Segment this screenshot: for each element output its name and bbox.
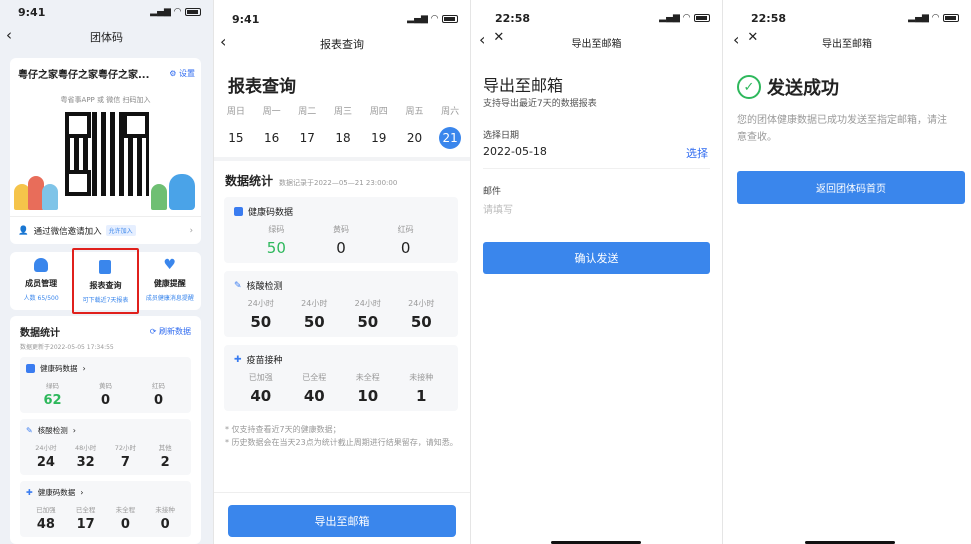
feature-grid: 成员管理 人数 65/500 报表查询 可下载近7天报表 ♥ 健康提醒 成员健康… bbox=[10, 248, 201, 314]
bottom-divider bbox=[214, 492, 470, 493]
stats-card: 数据统计 ⟳ 刷新数据 数据更新于2022-05-05 17:34:55 健康码… bbox=[10, 316, 201, 544]
nav-bar: ‹ 报表查询 bbox=[214, 30, 470, 58]
vaccine-box[interactable]: ✚ 疫苗接种 已加强 40 已全程 40 未全程 10 未接种 1 bbox=[224, 345, 458, 411]
updated-time: 数据更新于2022-05-05 17:34:55 bbox=[20, 344, 114, 351]
refresh-button[interactable]: ⟳ 刷新数据 bbox=[150, 326, 191, 337]
divider bbox=[214, 157, 470, 161]
select-date-link[interactable]: 选择 bbox=[686, 145, 708, 161]
close-icon[interactable]: ✕ bbox=[493, 30, 504, 49]
day-cell[interactable]: 19 bbox=[361, 131, 397, 145]
invite-row[interactable]: 👤 通过微信邀请加入 允许加入 › bbox=[10, 216, 201, 244]
export-to-email-button[interactable]: 导出至邮箱 bbox=[228, 505, 456, 537]
nav-bar: ‹ ✕ 导出至邮箱 bbox=[471, 28, 722, 56]
battery-icon bbox=[185, 8, 201, 16]
day-cell-selected[interactable]: 21 bbox=[432, 127, 468, 149]
panel-report-query: 9:41 ▂▄▆ ◠ ‹ 报表查询 报表查询 周日 周一 周二 周三 周四 周五 周六 15 … bbox=[213, 0, 470, 544]
nav-title: 导出至邮箱 bbox=[822, 38, 872, 50]
day-cell[interactable]: 20 bbox=[397, 131, 433, 145]
export-heading: 导出至邮箱 bbox=[483, 76, 564, 95]
cartoon-mascot-illustration bbox=[149, 170, 199, 210]
panel-send-success: 22:58 ▂▄▆ ◠ ‹ ✕ 导出至邮箱 ✓ 发送成功 您的团体健康数据已成功发送… bbox=[722, 0, 971, 544]
cartoon-people-illustration bbox=[12, 170, 62, 210]
status-bar: 22:58 ▂▄▆ ◠ bbox=[723, 0, 971, 28]
grid-icon bbox=[234, 207, 243, 216]
success-message: 您的团体健康数据已成功发送至指定邮箱，请注意查收。 bbox=[737, 115, 947, 143]
mail-input[interactable]: 请填写 bbox=[483, 201, 513, 216]
test-tube-icon: ✎ bbox=[234, 280, 242, 291]
nav-title: 报表查询 bbox=[320, 38, 364, 51]
syringe-icon: ✚ bbox=[26, 488, 33, 497]
day-cell[interactable]: 18 bbox=[325, 131, 361, 145]
document-icon bbox=[99, 260, 112, 274]
page-title: 报表查询 bbox=[228, 77, 296, 97]
heart-icon: ♥ bbox=[163, 257, 177, 273]
nav-title: 团体码 bbox=[90, 31, 123, 44]
grid-icon bbox=[26, 364, 35, 373]
stats-header: 数据统计 数据记录于2022—05—21 23:00:00 bbox=[225, 174, 398, 188]
app-hint: 粤省事APP 或 微信 扫码加入 bbox=[60, 96, 151, 104]
nucleic-test-box[interactable]: ✎ 核酸检测 24小时 50 24小时 50 24小时 50 24小时 50 bbox=[224, 271, 458, 337]
back-icon[interactable]: ‹ bbox=[733, 30, 739, 49]
nav-title: 导出至邮箱 bbox=[571, 38, 622, 50]
export-subtitle: 支持导出最近7天的数据报表 bbox=[483, 99, 597, 109]
vaccine-box[interactable]: ✚ 健康码数据 › 已加强 48 已全程 17 未全程 0 未接种 0 bbox=[20, 481, 191, 537]
group-name: 粤仔之家粤仔之家粤仔之家... bbox=[18, 70, 150, 81]
back-to-group-code-button[interactable]: 返回团体码首页 bbox=[737, 171, 965, 204]
notes: * 仅支持查看近7天的健康数据； * 历史数据会在当天23点为统计截止周期进行结… bbox=[225, 425, 458, 447]
back-icon[interactable]: ‹ bbox=[220, 32, 226, 51]
feature-report-query[interactable]: 报表查询 可下载近7天报表 bbox=[72, 248, 139, 314]
mail-label: 邮件 bbox=[483, 187, 502, 197]
test-tube-icon: ✎ bbox=[26, 426, 33, 435]
group-card: 粤仔之家粤仔之家粤仔之家... ⚙ 设置 粤省事APP 或 微信 扫码加入 👤 … bbox=[10, 58, 201, 244]
day-cell[interactable]: 15 bbox=[218, 131, 254, 145]
close-icon[interactable]: ✕ bbox=[747, 30, 758, 49]
nav-bar: ‹ 团体码 bbox=[0, 24, 213, 50]
divider bbox=[483, 168, 710, 169]
back-icon[interactable]: ‹ bbox=[479, 30, 485, 49]
panel-group-code: 9:41 ▂▄▆ ◠ ‹ 团体码 粤仔之家粤仔之家粤仔之家... ⚙ 设置 粤省事… bbox=[0, 0, 213, 544]
date-value[interactable]: 2022-05-18 bbox=[483, 145, 547, 158]
week-calendar: 周日 周一 周二 周三 周四 周五 周六 15 16 17 18 19 20 21 bbox=[218, 104, 468, 149]
panel-export-email: 22:58 ▂▄▆ ◠ ‹ ✕ 导出至邮箱 导出至邮箱 支持导出最近7天的数据报表 … bbox=[470, 0, 722, 544]
chevron-right-icon: › bbox=[189, 225, 193, 236]
syringe-icon: ✚ bbox=[234, 354, 242, 365]
refresh-icon: ⟳ bbox=[149, 327, 157, 336]
health-code-box[interactable]: 健康码数据 › 绿码 62 黄码 0 红码 0 bbox=[20, 357, 191, 413]
status-bar: 9:41 ▂▄▆ ◠ bbox=[0, 0, 213, 24]
back-icon[interactable]: ‹ bbox=[6, 26, 12, 44]
battery-icon bbox=[943, 14, 959, 22]
qr-code[interactable] bbox=[65, 112, 149, 196]
feature-member-management[interactable]: 成员管理 人数 65/500 bbox=[10, 252, 72, 310]
check-circle-icon: ✓ bbox=[737, 75, 761, 99]
day-cell[interactable]: 17 bbox=[289, 131, 325, 145]
success-header: ✓ 发送成功 bbox=[737, 74, 839, 100]
invite-badge: 允许加入 bbox=[105, 225, 136, 236]
person-icon: 👤 bbox=[18, 225, 29, 236]
health-code-box[interactable]: 健康码数据 绿码 50 黄码 0 红码 0 bbox=[224, 197, 458, 263]
settings-link[interactable]: ⚙ 设置 bbox=[169, 68, 195, 79]
nucleic-test-box[interactable]: ✎ 核酸检测 › 24小时 24 48小时 32 72小时 7 其他 2 bbox=[20, 419, 191, 475]
confirm-send-button[interactable]: 确认发送 bbox=[483, 242, 710, 274]
member-icon bbox=[34, 258, 49, 272]
day-cell[interactable]: 16 bbox=[254, 131, 290, 145]
date-label: 选择日期 bbox=[483, 131, 520, 141]
nav-bar: ‹ ✕ 导出至邮箱 bbox=[723, 28, 971, 56]
gear-icon: ⚙ bbox=[169, 69, 177, 78]
status-bar: 9:41 ▂▄▆ ◠ bbox=[214, 0, 470, 30]
status-bar: 22:58 ▂▄▆ ◠ bbox=[471, 0, 722, 28]
feature-health-reminder[interactable]: ♥ 健康提醒 成员健康消息提醒 bbox=[139, 252, 201, 310]
battery-icon bbox=[442, 15, 458, 23]
stats-title: 数据统计 bbox=[20, 328, 60, 339]
battery-icon bbox=[694, 14, 710, 22]
